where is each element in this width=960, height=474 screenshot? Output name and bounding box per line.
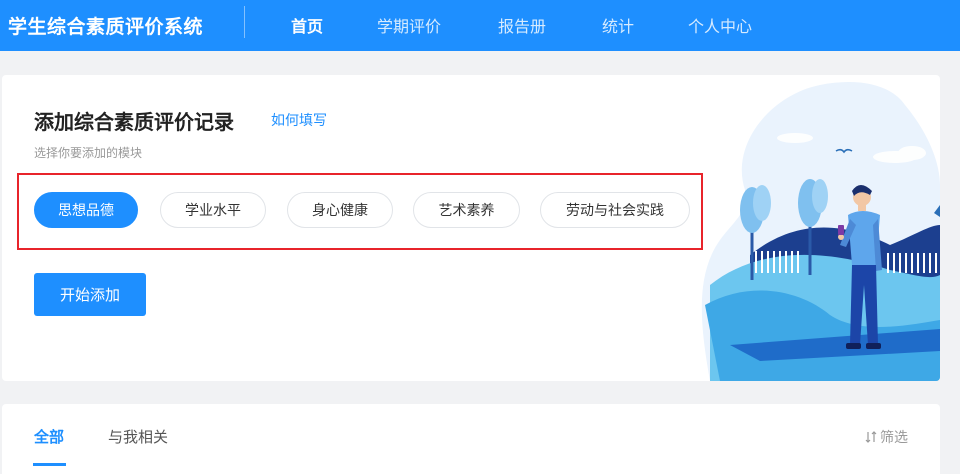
card-subtitle: 选择你要添加的模块	[34, 146, 143, 160]
tab-related-to-me[interactable]: 与我相关	[108, 426, 168, 447]
module-chip-arts[interactable]: 艺术素养	[413, 192, 520, 228]
nav-item-personal-center[interactable]: 个人中心	[688, 13, 752, 37]
module-chip-moral[interactable]: 思想品德	[34, 192, 138, 228]
sort-icon	[865, 431, 877, 443]
start-add-button[interactable]: 开始添加	[34, 273, 146, 316]
hero-illustration	[701, 82, 940, 381]
records-card: 全部 与我相关 筛选	[2, 404, 940, 474]
module-chip-labor-practice[interactable]: 劳动与社会实践	[540, 192, 690, 228]
nav-item-term-evaluation[interactable]: 学期评价	[377, 13, 441, 37]
nav-item-home[interactable]: 首页	[291, 13, 323, 37]
module-chip-health[interactable]: 身心健康	[287, 192, 393, 228]
card-title: 添加综合素质评价记录	[34, 110, 234, 134]
how-to-fill-link[interactable]: 如何填写	[271, 110, 327, 130]
filter-button[interactable]: 筛选	[865, 427, 908, 447]
nav-item-statistics[interactable]: 统计	[602, 13, 634, 37]
nav-divider	[244, 6, 245, 38]
active-tab-indicator	[33, 463, 66, 466]
top-nav-bar: 学生综合素质评价系统 首页 学期评价 报告册 统计 个人中心	[0, 0, 960, 51]
tab-all[interactable]: 全部	[34, 426, 64, 447]
nav-item-report-book[interactable]: 报告册	[498, 13, 546, 37]
filter-label: 筛选	[880, 430, 908, 446]
app-title: 学生综合素质评价系统	[8, 16, 204, 38]
add-record-card: 添加综合素质评价记录 如何填写 选择你要添加的模块 思想品德 学业水平 身心健康…	[2, 75, 940, 381]
module-chip-academic[interactable]: 学业水平	[160, 192, 266, 228]
